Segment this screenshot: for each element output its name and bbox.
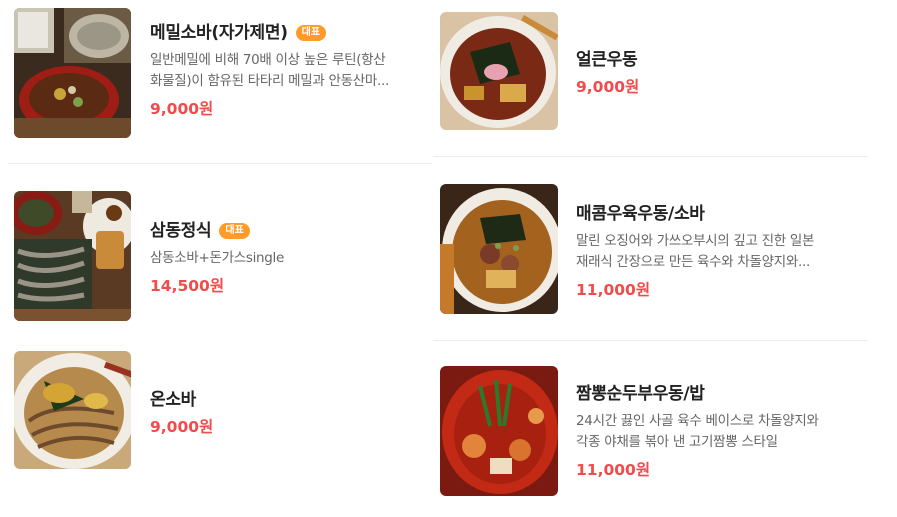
soba-and-tonkatsu-set-image: [14, 191, 131, 321]
menu-item-description: 삼동소바+돈가스single: [150, 248, 425, 269]
divider: [8, 163, 432, 164]
menu-item-name: 온소바: [150, 390, 197, 410]
description-line: 일반메밀에 비해 70배 이상 높은 루틴(항산: [150, 52, 386, 68]
description-line: 각종 야채를 볶아 낸 고기짬뽕 스타일: [576, 434, 778, 450]
menu-item-spicy-beef-udon[interactable]: 매콤우육우동/소바 말린 오징어와 가쓰오부시의 깊고 진한 일본 재래식 간장…: [433, 157, 868, 339]
signature-badge: 대표: [219, 223, 250, 239]
menu-item-description: 24시간 끓인 사골 육수 베이스로 차돌양지와 각종 야채를 볶아 낸 고기짬…: [576, 411, 861, 453]
menu-item-name: 짬뽕순두부우동/밥: [576, 384, 705, 404]
menu-item-info: 얼큰우동 9,000원: [576, 45, 861, 97]
menu-item-info: 매콤우육우동/소바 말린 오징어와 가쓰오부시의 깊고 진한 일본 재래식 간장…: [576, 199, 861, 300]
menu-item-info: 온소바 9,000원: [150, 385, 425, 437]
description-line: 24시간 끓인 사골 육수 베이스로 차돌양지와: [576, 413, 819, 429]
menu-item-on-soba[interactable]: 온소바 9,000원: [0, 340, 432, 490]
menu-item-description: 일반메밀에 비해 70배 이상 높은 루틴(항산 화물질)이 함유된 타타리 메…: [150, 50, 425, 92]
menu-item-price: 9,000원: [150, 418, 214, 436]
jjamppong-soft-tofu-udon-image: [440, 366, 558, 496]
warm-soba-bowl-image: [14, 351, 131, 469]
menu-item-name: 삼동정식: [150, 221, 212, 241]
description-line: 삼동소바+돈가스single: [150, 250, 285, 266]
menu-item-info: 메밀소바(자가제면) 대표 일반메밀에 비해 70배 이상 높은 루틴(항산 화물…: [150, 18, 425, 119]
menu-item-name: 얼큰우동: [576, 50, 638, 70]
menu-item-name: 메밀소바(자가제면): [150, 23, 288, 43]
description-line: 화물질)이 함유된 타타리 메밀과 안동산마...: [150, 73, 389, 89]
menu-item-description: 말린 오징어와 가쓰오부시의 깊고 진한 일본 재래식 간장으로 만든 육수와 …: [576, 231, 861, 273]
menu-item-info: 삼동정식 대표 삼동소바+돈가스single 14,500원: [150, 216, 425, 296]
menu-item-memil-soba[interactable]: 메밀소바(자가제면) 대표 일반메밀에 비해 70배 이상 높은 루틴(항산 화물…: [0, 0, 432, 160]
menu-item-price: 9,000원: [150, 100, 214, 118]
description-line: 재래식 간장으로 만든 육수와 차돌양지와...: [576, 254, 810, 270]
description-line: 말린 오징어와 가쓰오부시의 깊고 진한 일본: [576, 233, 815, 249]
menu-item-price: 9,000원: [576, 78, 640, 96]
menu-item-name: 매콤우육우동/소바: [576, 204, 705, 224]
soba-with-dipping-broth-image: [14, 8, 131, 138]
menu-item-price: 11,000원: [576, 461, 651, 479]
signature-badge: 대표: [295, 25, 327, 41]
menu-item-price: 11,000원: [576, 281, 651, 299]
menu-item-samdong-set[interactable]: 삼동정식 대표 삼동소바+돈가스single 14,500원: [0, 180, 432, 330]
spicy-beef-udon-bowl-image: [440, 184, 558, 314]
spicy-udon-bowl-image: [440, 12, 558, 130]
menu-item-spicy-udon[interactable]: 얼큰우동 9,000원: [433, 0, 868, 155]
menu-item-info: 짬뽕순두부우동/밥 24시간 끓인 사골 육수 베이스로 차돌양지와 각종 야채…: [576, 379, 861, 480]
menu-item-jjamppong-udon[interactable]: 짬뽕순두부우동/밥 24시간 끓인 사골 육수 베이스로 차돌양지와 각종 야채…: [433, 341, 868, 517]
menu-item-price: 14,500원: [150, 277, 225, 295]
